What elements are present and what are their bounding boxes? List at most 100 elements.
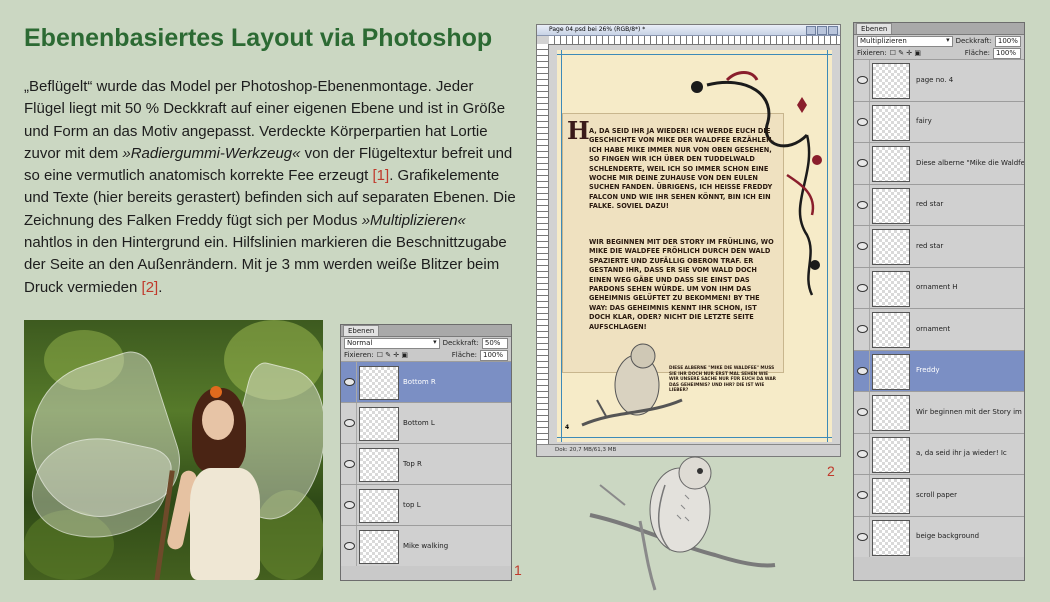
eye-icon[interactable] [857,325,868,334]
eye-icon[interactable] [857,242,868,251]
layer-row[interactable]: page no. 4 [854,59,1024,101]
visibility-toggle[interactable] [341,485,357,525]
page-title: Ebenenbasiertes Layout via Photoshop [24,24,493,52]
layer-list: page no. 4 fairy Diese alberne "Mike die W… [854,59,1024,557]
layer-row[interactable]: Freddy [854,349,1024,391]
layer-name: page no. 4 [916,75,954,84]
opacity-input[interactable]: 100% [994,35,1021,47]
blend-bar: Normal Deckkraft: 50% [341,337,511,349]
text-segment: . [158,278,163,296]
guide-line[interactable] [557,54,832,55]
layer-row[interactable]: beige background [854,515,1024,557]
panel-tab-layers[interactable]: Ebenen [856,23,893,34]
eye-icon[interactable] [857,449,868,458]
eye-icon[interactable] [344,460,355,468]
ruler-horizontal[interactable] [549,36,840,45]
layer-name: red star [916,200,944,209]
drop-cap: H [567,116,590,145]
layer-thumbnail [872,353,910,390]
lock-icons[interactable]: ☐ ✎ ✛ ▣ [377,351,408,359]
visibility-toggle[interactable] [341,444,357,484]
eye-icon[interactable] [344,501,355,509]
eye-icon[interactable] [857,532,868,541]
fairy-photo [24,320,323,580]
opacity-label: Deckkraft: [955,37,992,45]
layer-thumbnail [872,63,910,100]
fill-input[interactable]: 100% [993,47,1021,59]
eye-icon[interactable] [857,283,868,292]
figure-number-2: 2 [827,463,835,479]
visibility-toggle[interactable] [854,516,870,557]
document-title: Page 04.psd bei 26% (RGB/8*) * [549,26,646,33]
layer-name: Freddy [916,366,940,375]
story-text-2: Wir beginnen mit der Story im Frühling, … [589,238,774,331]
lock-icons[interactable]: ☐ ✎ ✛ ▣ [890,49,921,57]
layer-row[interactable]: Bottom L [341,402,511,443]
ruler-vertical[interactable] [537,44,549,444]
layer-row[interactable]: scroll paper [854,474,1024,516]
visibility-toggle[interactable] [854,475,870,516]
eye-icon[interactable] [857,76,868,85]
visibility-toggle[interactable] [341,526,357,566]
eye-icon[interactable] [857,200,868,209]
visibility-toggle[interactable] [854,184,870,225]
layer-name: scroll paper [916,490,957,499]
visibility-toggle[interactable] [854,350,870,391]
layer-row[interactable]: fairy [854,100,1024,142]
layer-thumbnail [872,312,910,349]
layer-row[interactable]: a, da seid ihr ja wieder! Ic [854,432,1024,474]
eye-icon[interactable] [857,159,868,168]
tool-name-eraser: »Radiergummi-Werkzeug« [122,144,301,162]
lock-label: Fixieren: [344,351,374,359]
visibility-toggle[interactable] [341,362,357,402]
layer-row[interactable]: ornament [854,308,1024,350]
layer-row[interactable]: ornament H [854,266,1024,308]
layer-name: Top R [403,459,422,468]
layer-row[interactable]: Top R [341,443,511,484]
fill-input[interactable]: 100% [480,349,508,361]
layer-name: fairy [916,117,932,126]
layer-name: ornament [916,324,951,333]
maximize-icon[interactable] [817,26,827,35]
eye-icon[interactable] [344,419,355,427]
visibility-toggle[interactable] [854,101,870,142]
layer-thumbnail [872,395,910,432]
layer-thumbnail [359,530,399,564]
hair-flower [210,386,222,398]
eye-icon[interactable] [857,491,868,500]
layer-thumbnail [872,270,910,307]
visibility-toggle[interactable] [854,392,870,433]
minimize-icon[interactable] [806,26,816,35]
eye-icon[interactable] [857,408,868,417]
layer-row[interactable]: Diese alberne "Mike die Waldfe [854,142,1024,184]
layer-row[interactable]: Bottom R [341,361,511,402]
layer-row[interactable]: red star [854,225,1024,267]
close-icon[interactable] [828,26,838,35]
layer-row[interactable]: top L [341,484,511,525]
eye-icon[interactable] [857,117,868,126]
blend-mode-select[interactable]: Normal [344,337,440,349]
layer-row[interactable]: red star [854,183,1024,225]
layer-name: Bottom R [403,377,436,386]
eye-icon[interactable] [857,366,868,375]
layer-row[interactable]: Wir beginnen mit der Story im F [854,391,1024,433]
body-paragraph: „Beflügelt“ wurde das Model per Photosho… [24,76,518,299]
visibility-toggle[interactable] [854,309,870,350]
visibility-toggle[interactable] [854,267,870,308]
visibility-toggle[interactable] [854,143,870,184]
blend-mode-select[interactable]: Multiplizieren [857,35,953,47]
document-titlebar[interactable]: Page 04.psd bei 26% (RGB/8*) * [537,25,840,36]
opacity-input[interactable]: 50% [481,337,508,349]
panel-tab-layers[interactable]: Ebenen [343,325,380,336]
visibility-toggle[interactable] [854,60,870,101]
visibility-toggle[interactable] [854,433,870,474]
layer-thumbnail [872,187,910,224]
eye-icon[interactable] [344,378,355,386]
layer-row[interactable]: Mike walking [341,525,511,566]
eye-icon[interactable] [344,542,355,550]
blend-mode-name: »Multiplizieren« [361,211,466,229]
image-caption: Diese alberne "Mike die Waldfee" Muss si… [669,366,776,393]
visibility-toggle[interactable] [854,226,870,267]
visibility-toggle[interactable] [341,403,357,443]
lock-bar: Fixieren: ☐ ✎ ✛ ▣ Fläche: 100% [341,349,511,361]
